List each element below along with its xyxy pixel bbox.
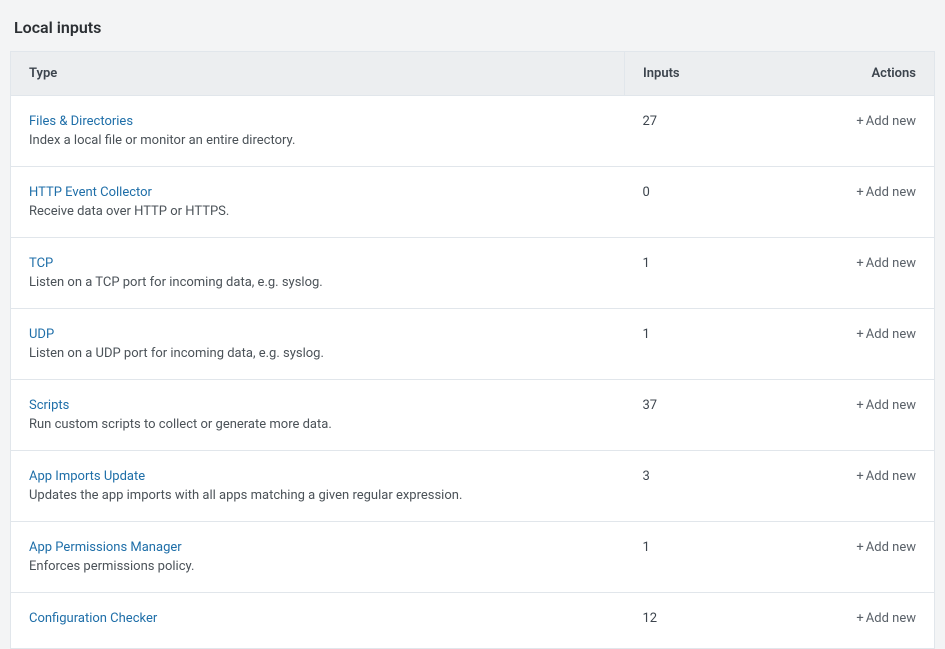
section-title: Local inputs: [14, 18, 935, 37]
cell-actions: +Add new: [775, 96, 935, 167]
input-type-link[interactable]: App Permissions Manager: [29, 540, 182, 555]
cell-inputs-count: 37: [625, 380, 775, 451]
local-inputs-table: Type Inputs Actions Files & Directories …: [10, 51, 935, 649]
plus-icon: +: [856, 540, 863, 555]
cell-type: UDP Listen on a UDP port for incoming da…: [11, 309, 625, 380]
cell-actions: +Add new: [775, 238, 935, 309]
plus-icon: +: [856, 185, 863, 200]
input-type-description: Receive data over HTTP or HTTPS.: [29, 204, 607, 219]
cell-inputs-count: 1: [625, 522, 775, 593]
input-type-link[interactable]: TCP: [29, 256, 53, 271]
cell-inputs-count: 3: [625, 451, 775, 522]
input-type-description: Enforces permissions policy.: [29, 559, 607, 574]
input-type-description: Listen on a TCP port for incoming data, …: [29, 275, 607, 290]
input-type-description: Updates the app imports with all apps ma…: [29, 488, 607, 503]
cell-inputs-count: 1: [625, 309, 775, 380]
plus-icon: +: [856, 327, 863, 342]
add-new-label: Add new: [866, 540, 916, 555]
cell-inputs-count: 27: [625, 96, 775, 167]
cell-type: App Permissions Manager Enforces permiss…: [11, 522, 625, 593]
cell-inputs-count: 1: [625, 238, 775, 309]
cell-actions: +Add new: [775, 167, 935, 238]
input-type-link[interactable]: Files & Directories: [29, 114, 133, 129]
add-new-button[interactable]: +Add new: [856, 469, 916, 484]
add-new-label: Add new: [866, 398, 916, 413]
add-new-label: Add new: [866, 469, 916, 484]
cell-type: App Imports Update Updates the app impor…: [11, 451, 625, 522]
cell-actions: +Add new: [775, 522, 935, 593]
add-new-label: Add new: [866, 114, 916, 129]
add-new-button[interactable]: +Add new: [856, 540, 916, 555]
input-type-description: Run custom scripts to collect or generat…: [29, 417, 607, 432]
table-row: UDP Listen on a UDP port for incoming da…: [11, 309, 935, 380]
plus-icon: +: [856, 398, 863, 413]
plus-icon: +: [856, 114, 863, 129]
input-type-link[interactable]: UDP: [29, 327, 54, 342]
cell-type: Scripts Run custom scripts to collect or…: [11, 380, 625, 451]
cell-type: Configuration Checker: [11, 593, 625, 649]
add-new-button[interactable]: +Add new: [856, 398, 916, 413]
cell-inputs-count: 0: [625, 167, 775, 238]
plus-icon: +: [856, 469, 863, 484]
input-type-link[interactable]: Scripts: [29, 398, 69, 413]
add-new-button[interactable]: +Add new: [856, 114, 916, 129]
plus-icon: +: [856, 611, 863, 626]
add-new-button[interactable]: +Add new: [856, 256, 916, 271]
column-header-type: Type: [11, 52, 625, 96]
cell-actions: +Add new: [775, 380, 935, 451]
column-header-inputs: Inputs: [625, 52, 775, 96]
cell-actions: +Add new: [775, 593, 935, 649]
table-header-row: Type Inputs Actions: [11, 52, 935, 96]
input-type-link[interactable]: App Imports Update: [29, 469, 145, 484]
cell-actions: +Add new: [775, 309, 935, 380]
table-row: Scripts Run custom scripts to collect or…: [11, 380, 935, 451]
table-row: HTTP Event Collector Receive data over H…: [11, 167, 935, 238]
cell-type: HTTP Event Collector Receive data over H…: [11, 167, 625, 238]
input-type-link[interactable]: Configuration Checker: [29, 611, 157, 626]
cell-actions: +Add new: [775, 451, 935, 522]
table-row: TCP Listen on a TCP port for incoming da…: [11, 238, 935, 309]
cell-type: Files & Directories Index a local file o…: [11, 96, 625, 167]
table-row: App Imports Update Updates the app impor…: [11, 451, 935, 522]
add-new-label: Add new: [866, 327, 916, 342]
add-new-button[interactable]: +Add new: [856, 611, 916, 626]
table-row: Configuration Checker 12 +Add new: [11, 593, 935, 649]
plus-icon: +: [856, 256, 863, 271]
input-type-description: Index a local file or monitor an entire …: [29, 133, 607, 148]
add-new-button[interactable]: +Add new: [856, 327, 916, 342]
cell-inputs-count: 12: [625, 593, 775, 649]
table-row: Files & Directories Index a local file o…: [11, 96, 935, 167]
input-type-link[interactable]: HTTP Event Collector: [29, 185, 152, 200]
table-row: App Permissions Manager Enforces permiss…: [11, 522, 935, 593]
add-new-label: Add new: [866, 611, 916, 626]
cell-type: TCP Listen on a TCP port for incoming da…: [11, 238, 625, 309]
input-type-description: Listen on a UDP port for incoming data, …: [29, 346, 607, 361]
add-new-button[interactable]: +Add new: [856, 185, 916, 200]
add-new-label: Add new: [866, 256, 916, 271]
column-header-actions: Actions: [775, 52, 935, 96]
add-new-label: Add new: [866, 185, 916, 200]
